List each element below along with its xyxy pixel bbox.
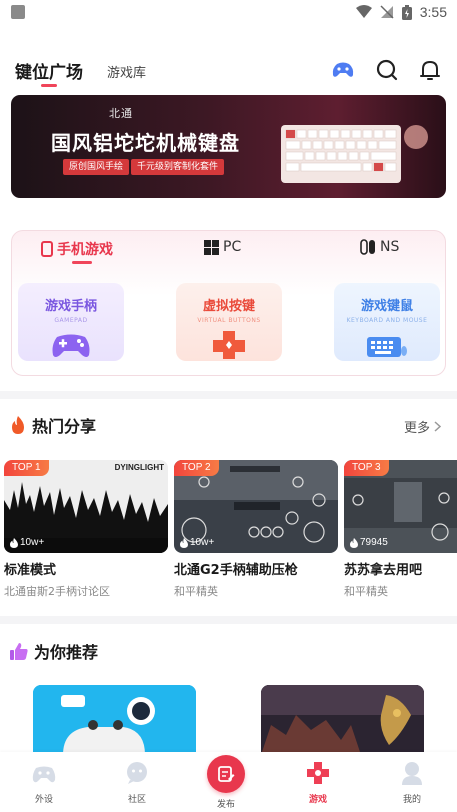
status-icons: 3:55: [355, 4, 447, 20]
search-icon[interactable]: [375, 58, 399, 82]
view-count-text: 10w+: [20, 537, 45, 548]
clock: 3:55: [419, 4, 447, 20]
fire-icon: [10, 537, 18, 548]
phone-icon: [41, 241, 53, 257]
battery-icon: [401, 4, 412, 20]
thumbs-up-icon: [10, 642, 28, 660]
nav-label: 社区: [127, 795, 146, 805]
switch-icon: [360, 239, 375, 255]
banner-brand: 北通: [109, 107, 133, 120]
recommend-section-title: 为你推荐: [10, 639, 98, 663]
banner-title: 国风铝坨坨机械键盘: [51, 131, 240, 155]
game-cross-icon: [307, 762, 329, 784]
more-label: 更多: [403, 421, 430, 436]
view-count: 10w+: [10, 537, 44, 548]
profile-icon: [402, 762, 422, 785]
fire-icon: [12, 416, 24, 434]
windows-icon: [204, 239, 219, 255]
status-bar: 3:55: [0, 0, 457, 26]
gamepad-icon: [52, 334, 90, 357]
tab-label: 手机游戏: [57, 242, 113, 258]
tile-subtitle: GAMEPAD: [54, 317, 88, 324]
fire-icon: [350, 537, 358, 548]
keyboard-illustration: [281, 125, 428, 183]
tile-gamepad[interactable]: 游戏手柄 GAMEPAD: [18, 283, 124, 361]
card-thumbnail: TOP 3 79945: [344, 460, 457, 553]
app-notification-icon: [11, 5, 25, 19]
card-subtitle: 和平精英: [344, 585, 388, 598]
thumbnail-overlay-text: DYINGLIGHT: [114, 463, 164, 472]
view-count: 79945: [350, 537, 388, 548]
nav-item-games[interactable]: 游戏: [288, 760, 348, 805]
nav-item-profile[interactable]: 我的: [382, 760, 442, 805]
hot-card[interactable]: DYINGLIGHT TOP 1 10w+ 标准模式 北通宙斯2手柄讨论区: [4, 460, 168, 599]
banner-tag: 千元级别客制化套件: [131, 159, 225, 175]
card-thumbnail: DYINGLIGHT TOP 1 10w+: [4, 460, 168, 553]
section-divider: [0, 616, 457, 624]
gamepad-icon[interactable]: [331, 58, 355, 82]
tab-label: NS: [380, 239, 400, 255]
tile-keyboard-mouse[interactable]: 游戏键鼠 KEYBOARD AND MOUSE: [334, 283, 440, 361]
section-divider: [0, 391, 457, 399]
card-title: 苏苏拿去用吧: [344, 563, 423, 578]
nav-label: 外设: [34, 795, 53, 805]
view-count-text: 10w+: [190, 537, 215, 548]
rank-badge: TOP 2: [174, 460, 219, 476]
nav-label: 游戏: [308, 795, 327, 805]
tab-mobile-games[interactable]: 手机游戏: [41, 239, 113, 259]
more-link[interactable]: 更多: [404, 417, 441, 436]
fire-icon: [180, 537, 188, 548]
recommend-card[interactable]: [33, 685, 196, 755]
tile-title: 虚拟按键: [202, 299, 255, 314]
recommend-thumbnail: [33, 685, 196, 755]
nav-item-peripherals[interactable]: 外设: [14, 760, 74, 805]
rank-badge: TOP 1: [4, 460, 49, 476]
active-tab-indicator: [72, 261, 92, 264]
promo-banner[interactable]: 北通 国风铝坨坨机械键盘 原创国风手绘 千元级别客制化套件: [11, 95, 446, 198]
bell-icon[interactable]: [418, 58, 442, 82]
no-signal-icon: [380, 5, 394, 19]
tab-key-square[interactable]: 键位广场: [15, 58, 83, 83]
publish-icon: [218, 766, 235, 782]
banner-tag: 原创国风手绘: [63, 159, 130, 175]
category-card: 手机游戏 PC NS 游戏手柄 GAMEPAD 虚拟按键 VIRTUAL BUT…: [11, 230, 446, 376]
section-title-text: 为你推荐: [34, 643, 99, 662]
view-count-text: 79945: [360, 537, 388, 548]
tab-game-library[interactable]: 游戏库: [107, 62, 146, 81]
tile-title: 游戏手柄: [44, 299, 97, 314]
tab-pc[interactable]: PC: [204, 239, 241, 255]
dpad-icon: [213, 331, 245, 359]
section-title-text: 热门分享: [32, 417, 97, 436]
nav-item-community[interactable]: 社区: [107, 760, 167, 805]
card-thumbnail: TOP 2 10w+: [174, 460, 338, 553]
rank-badge: TOP 3: [344, 460, 389, 476]
tile-subtitle: VIRTUAL BUTTONS: [197, 317, 261, 324]
card-title: 标准模式: [4, 563, 57, 578]
nav-label: 我的: [402, 795, 421, 805]
wifi-icon: [355, 5, 372, 18]
publish-label: 发布: [216, 800, 235, 810]
community-icon: [127, 762, 147, 784]
hot-section-title: 热门分享: [10, 413, 96, 437]
tile-virtual-buttons[interactable]: 虚拟按键 VIRTUAL BUTTONS: [176, 283, 282, 361]
controller-icon: [32, 766, 56, 783]
top-header: 键位广场 游戏库: [0, 50, 457, 90]
keyboard-icon: [367, 337, 407, 357]
tile-title: 游戏键鼠: [360, 299, 413, 314]
publish-button[interactable]: [207, 755, 245, 793]
tab-ns[interactable]: NS: [360, 239, 399, 255]
card-subtitle: 和平精英: [174, 585, 218, 598]
recommend-card[interactable]: [261, 685, 424, 755]
tile-subtitle: KEYBOARD AND MOUSE: [346, 317, 428, 324]
hot-card[interactable]: TOP 2 10w+ 北通G2手柄辅助压枪 和平精英: [174, 460, 338, 599]
active-tab-indicator: [41, 84, 57, 87]
hot-card[interactable]: TOP 3 79945 苏苏拿去用吧 和平精英: [344, 460, 457, 599]
card-title: 北通G2手柄辅助压枪: [174, 563, 298, 578]
view-count: 10w+: [180, 537, 214, 548]
card-subtitle: 北通宙斯2手柄讨论区: [4, 585, 110, 598]
recommend-thumbnail: [261, 685, 424, 755]
tab-label: PC: [223, 239, 242, 255]
chevron-right-icon: [434, 421, 441, 432]
